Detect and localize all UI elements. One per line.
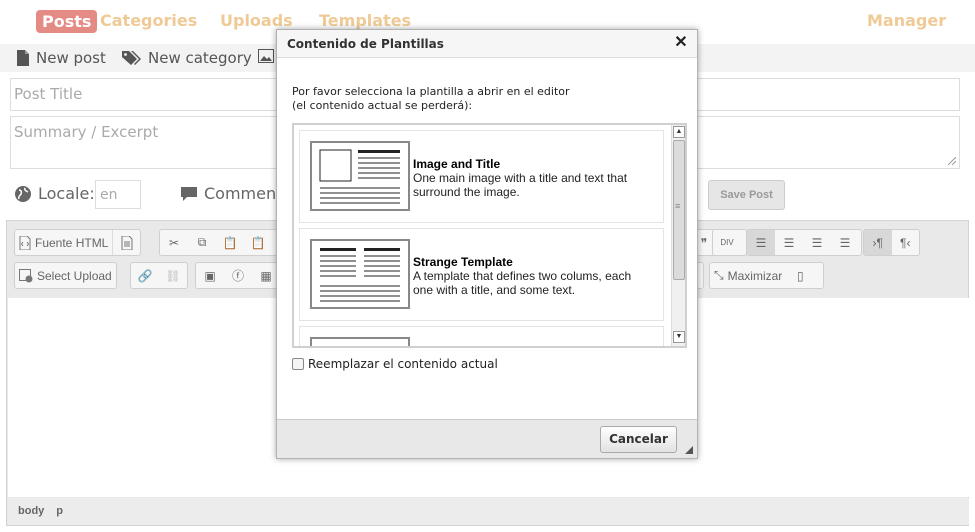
dialog-resize-icon[interactable] bbox=[685, 446, 693, 454]
template-description: One main image with a title and text tha… bbox=[413, 171, 628, 199]
dialog-instructions: Por favor selecciona la plantilla a abri… bbox=[292, 85, 570, 113]
template-thumbnail-two-columns bbox=[310, 239, 410, 309]
template-list: Image and Title One main image with a ti… bbox=[292, 123, 687, 348]
dialog-title: Contenido de Plantillas bbox=[277, 30, 697, 58]
template-name: Image and Title bbox=[413, 157, 501, 171]
dialog-footer: Cancelar bbox=[277, 419, 697, 458]
template-item[interactable] bbox=[299, 326, 664, 346]
template-thumbnail bbox=[310, 337, 410, 346]
replace-content-option[interactable]: Reemplazar el contenido actual bbox=[292, 357, 498, 371]
template-description: A template that defines two colums, each… bbox=[413, 269, 632, 297]
templates-dialog: Contenido de Plantillas ✕ Por favor sele… bbox=[276, 29, 698, 459]
scroll-down-icon[interactable]: ▼ bbox=[673, 331, 685, 343]
replace-content-checkbox[interactable] bbox=[292, 358, 304, 370]
close-icon[interactable]: ✕ bbox=[673, 35, 689, 51]
instruction-line-1: Por favor selecciona la plantilla a abri… bbox=[292, 85, 570, 98]
template-item[interactable]: Strange Template A template that defines… bbox=[299, 228, 664, 321]
scroll-thumb[interactable] bbox=[673, 140, 685, 280]
replace-content-label: Reemplazar el contenido actual bbox=[308, 357, 498, 371]
template-name: Strange Template bbox=[413, 255, 513, 269]
cancel-button[interactable]: Cancelar bbox=[600, 426, 677, 453]
template-list-scrollbar[interactable]: ▲ ▼ bbox=[671, 125, 685, 346]
scroll-up-icon[interactable]: ▲ bbox=[673, 126, 685, 138]
template-item[interactable]: Image and Title One main image with a ti… bbox=[299, 130, 664, 223]
template-thumbnail-image-title bbox=[310, 141, 410, 211]
instruction-line-2: (el contenido actual se perderá): bbox=[292, 99, 473, 112]
